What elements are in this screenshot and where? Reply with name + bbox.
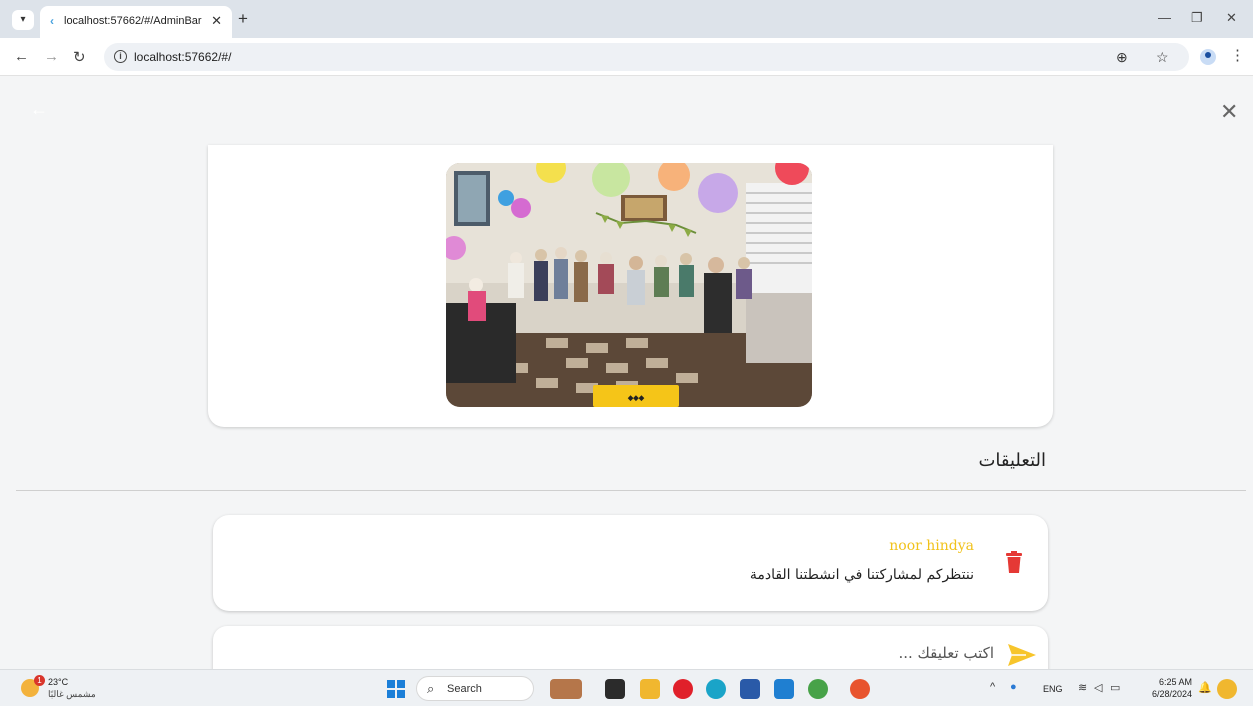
weather-description[interactable]: مشمس غالبًا — [48, 689, 96, 700]
browser-menu-icon[interactable]: ⋮ — [1230, 46, 1245, 64]
forward-button[interactable]: → — [44, 48, 59, 65]
minimize-button[interactable]: — — [1158, 10, 1171, 25]
comment-input[interactable] — [394, 640, 994, 666]
send-icon[interactable] — [1008, 644, 1036, 666]
close-window-button[interactable]: ✕ — [1226, 10, 1237, 26]
url-text[interactable]: localhost:57662/#/ — [134, 50, 231, 64]
browser-toolbar: ← → ↻ i localhost:57662/#/ ⊕ ☆ ⋮ — [0, 38, 1253, 76]
new-tab-button[interactable]: + — [238, 9, 248, 29]
site-info-icon[interactable]: i — [114, 50, 127, 63]
vscode-icon[interactable] — [774, 679, 794, 699]
language-indicator[interactable]: ENG — [1043, 684, 1063, 694]
tab-close-icon[interactable]: ✕ — [211, 13, 222, 29]
task-view-icon[interactable] — [605, 679, 625, 699]
post-card: ◆◆◆ — [208, 145, 1053, 427]
comment-composer — [213, 626, 1048, 669]
opera-icon[interactable] — [673, 679, 693, 699]
comments-heading: التعليقات — [978, 450, 1046, 471]
address-bar[interactable]: i localhost:57662/#/ ⊕ ☆ — [104, 43, 1189, 71]
tray-app-icon[interactable]: ● — [1010, 681, 1017, 693]
close-icon[interactable]: ✕ — [1220, 99, 1238, 125]
comment-author: noor hindya — [889, 538, 974, 554]
divider — [16, 490, 1246, 491]
taskbar: 1 23°C مشمس غالبًا ⌕ Search ^ ● ENG ≋ ◁ … — [0, 669, 1253, 706]
volume-icon[interactable]: ◁ — [1094, 681, 1102, 694]
tab-title: localhost:57662/#/AdminBar — [64, 15, 202, 27]
clock-date[interactable]: 6/28/2024 — [1140, 689, 1192, 699]
weather-badge: 1 — [34, 675, 45, 686]
clock-time[interactable]: 6:25 AM — [1148, 677, 1192, 687]
file-explorer-icon[interactable] — [640, 679, 660, 699]
post-photo: ◆◆◆ — [446, 163, 812, 407]
battery-icon[interactable]: ▭ — [1110, 681, 1120, 694]
back-button[interactable]: ← — [14, 48, 29, 65]
taskbar-search[interactable]: ⌕ Search — [416, 676, 534, 701]
store-icon[interactable] — [740, 679, 760, 699]
notification-bell-icon[interactable]: 🔔 — [1198, 681, 1212, 694]
search-label: Search — [447, 683, 482, 695]
delete-comment-icon[interactable] — [1006, 551, 1022, 573]
edge-icon[interactable] — [706, 679, 726, 699]
browser-tab[interactable]: ‹ localhost:57662/#/AdminBar ✕ — [40, 6, 232, 38]
widgets-app-icon[interactable] — [550, 679, 582, 699]
search-icon: ⌕ — [427, 681, 435, 696]
back-arrow-icon[interactable]: ← — [30, 99, 48, 120]
tab-search-button[interactable]: ▾ — [12, 10, 34, 30]
flutter-favicon-icon: ‹ — [50, 14, 54, 28]
restore-button[interactable]: ❐ — [1191, 10, 1203, 26]
profile-avatar[interactable] — [1200, 49, 1216, 65]
show-hidden-icons[interactable]: ^ — [990, 681, 995, 693]
bookmark-star-icon[interactable]: ☆ — [1156, 49, 1169, 66]
copilot-icon[interactable] — [1217, 679, 1237, 699]
svg-text:◆◆◆: ◆◆◆ — [627, 395, 645, 402]
browser-tab-bar: ▾ ‹ localhost:57662/#/AdminBar ✕ + — ❐ ✕ — [0, 0, 1253, 38]
windows-start-icon[interactable] — [387, 680, 405, 698]
wifi-icon[interactable]: ≋ — [1078, 681, 1087, 694]
reload-button[interactable]: ↻ — [73, 48, 86, 66]
chrome-icon[interactable] — [850, 679, 870, 699]
zoom-icon[interactable]: ⊕ — [1116, 49, 1128, 66]
weather-temperature[interactable]: 23°C — [48, 677, 68, 687]
comment-item: noor hindya ننتظركم لمشاركتنا في انشطتنا… — [213, 515, 1048, 611]
mongodb-icon[interactable] — [808, 679, 828, 699]
app-viewport: ← ✕ ◆◆◆ التعليقات noor hindya ننتظركم لم… — [0, 77, 1253, 669]
comment-text: ننتظركم لمشاركتنا في انشطتنا القادمة — [749, 567, 974, 583]
